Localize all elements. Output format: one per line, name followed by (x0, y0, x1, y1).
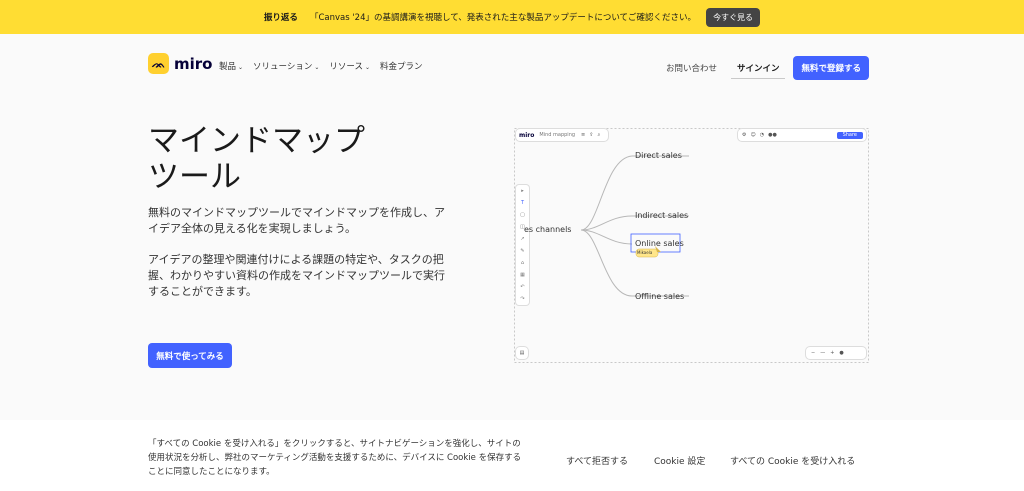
nav-resources[interactable]: リソース ⌄ (329, 60, 370, 72)
chevron-down-icon: ⌄ (238, 64, 244, 71)
export-icon[interactable]: ⇪ (589, 132, 593, 138)
avatar[interactable]: ●● (768, 132, 777, 138)
signin-button[interactable]: サインイン (730, 58, 786, 79)
node-indirect-sales[interactable]: Indirect sales (635, 211, 688, 220)
main-nav: ᨏ miro 製品 ⌄ ソリューション ⌄ リソース ⌄ 料金プラン お問い合わせ サ… (0, 34, 1024, 98)
more-tools-icon[interactable]: ▦ (520, 272, 525, 278)
board-top-bar: miro Mind mapping ≡ ⇪ ⌕ (516, 129, 608, 141)
pen-tool-icon[interactable]: ✎ (520, 248, 524, 254)
cookie-text: 「すべての Cookie を受け入れる」をクリックすると、サイトナビゲーションを… (148, 439, 522, 477)
reject-all-button[interactable]: すべて拒否する (566, 454, 628, 467)
help-icon[interactable]: ● (839, 350, 843, 356)
banner-lead: 振り返る (263, 13, 298, 23)
branch-line (580, 229, 633, 245)
frame-tool-icon[interactable]: ⌂ (521, 260, 524, 266)
nav-solutions[interactable]: ソリューション ⌄ (253, 60, 319, 72)
menu-icon[interactable]: ≡ (581, 132, 585, 138)
chevron-down-icon: ⌄ (365, 64, 371, 71)
cursor-label: Mikaela (637, 250, 653, 255)
zoom-level: — (820, 350, 826, 356)
nav-products[interactable]: 製品 ⌄ (219, 60, 243, 72)
redo-icon[interactable]: ↷ (520, 296, 524, 302)
root-node[interactable]: es channels (524, 225, 571, 234)
board-collab-bar: ⚙ ☺ ◔ ●● Share (738, 129, 866, 141)
board-frame (514, 128, 869, 363)
timer-icon[interactable]: ◔ (760, 132, 764, 138)
brand-name: miro (174, 54, 213, 73)
page-title: マインドマップ ツール (148, 123, 365, 195)
cookie-banner: 「すべての Cookie を受け入れる」をクリックすると、サイトナビゲーションを… (0, 420, 1024, 491)
settings-icon[interactable]: ⚙ (742, 132, 746, 138)
share-button[interactable]: Share (836, 131, 863, 139)
contact-link[interactable]: お問い合わせ (666, 62, 717, 74)
node-offline-sales[interactable]: Offline sales (635, 292, 684, 301)
cookie-settings-button[interactable]: Cookie 設定 (654, 454, 705, 467)
board-preview: miro Mind mapping ≡ ⇪ ⌕ ⚙ ☺ ◔ ●● Share −… (514, 128, 869, 363)
nav-actions: お問い合わせ サインイン 無料で登録する (666, 56, 869, 80)
watch-now-button[interactable]: 今すぐ見る (706, 7, 761, 27)
hero-description: 無料のマインドマップツールでマインドマップを作成し、アイデア全体の見える化を実現… (148, 206, 445, 235)
branch-line (580, 229, 633, 297)
hero-description-2: アイデアの整理や関連付けによる課題の特定や、タスクの把握、わかりやすい資料の作成… (148, 253, 445, 298)
branch-line (580, 155, 633, 231)
miro-mark-icon: ᨏ (148, 53, 169, 74)
nav-pricing[interactable]: 料金プラン (380, 60, 423, 72)
signup-button[interactable]: 無料で登録する (793, 56, 869, 80)
reaction-icon[interactable]: ☺ (750, 132, 755, 138)
node-online-sales[interactable]: Online sales (635, 239, 684, 248)
branch-line (580, 215, 633, 231)
try-free-button[interactable]: 無料で使ってみる (148, 343, 232, 368)
select-tool-icon[interactable]: ▸ (521, 188, 524, 194)
zoom-in-icon[interactable]: + (830, 350, 834, 356)
chevron-down-icon: ⌄ (314, 64, 320, 71)
panel-toggle-icon[interactable]: ▤ (516, 347, 528, 359)
zoom-controls: − — + ● (806, 347, 866, 359)
accept-all-button[interactable]: すべての Cookie を受け入れる (730, 454, 855, 467)
nav-menu: 製品 ⌄ ソリューション ⌄ リソース ⌄ 料金プラン (219, 60, 423, 72)
undo-icon[interactable]: ↶ (520, 284, 524, 290)
sticky-tool-icon[interactable]: ▢ (520, 212, 525, 218)
board-toolbar: ▸ T ▢ ◫ ↗ ✎ ⌂ ▦ ↶ ↷ (516, 185, 529, 305)
search-icon[interactable]: ⌕ (597, 132, 600, 138)
zoom-out-icon[interactable]: − (811, 350, 815, 356)
board-brand: miro (519, 131, 535, 139)
connector-tool-icon[interactable]: ↗ (520, 236, 524, 242)
text-tool-icon[interactable]: T (521, 200, 524, 206)
announcement-banner: 振り返る 「Canvas '24」の基調講演を視聴して、発表された主な製品アップ… (0, 0, 1024, 34)
miro-logo[interactable]: ᨏ miro (148, 53, 212, 74)
mind-map-canvas (514, 128, 869, 363)
board-name: Mind mapping (539, 132, 576, 138)
node-direct-sales[interactable]: Direct sales (635, 151, 682, 160)
banner-message: 「Canvas '24」の基調講演を視聴して、発表された主な製品アップデートにつ… (309, 13, 697, 23)
